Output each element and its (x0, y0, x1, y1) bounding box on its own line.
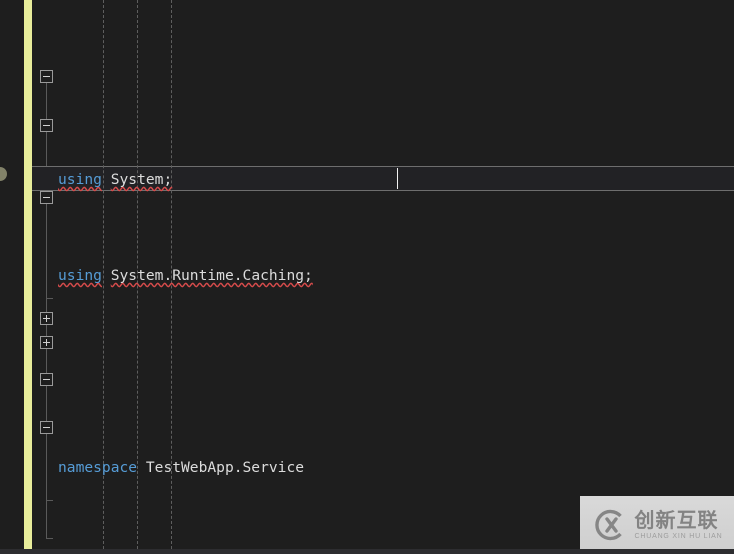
outline-toggle-getcachevalue[interactable] (40, 312, 53, 325)
code-line: namespace TestWebApp.Service (58, 456, 734, 480)
outline-toggle-class[interactable] (40, 119, 53, 132)
token-keyword-using: using (58, 267, 102, 284)
watermark-text: 创新互联 CHUANG XIN HU LIAN (635, 510, 723, 540)
watermark-logo: 创新互联 CHUANG XIN HU LIAN (580, 496, 734, 554)
outline-endtick-doc (46, 298, 53, 299)
outline-endtick-namespace (46, 538, 53, 539)
token-namespace-system: System; (110, 171, 173, 188)
token-keyword-namespace: namespace (58, 459, 138, 476)
outline-toggle-summary-collapsed[interactable] (40, 336, 53, 349)
horizontal-scrollbar[interactable] (0, 549, 734, 554)
cx-logo-icon (594, 509, 622, 541)
token-keyword-using: using (58, 171, 102, 188)
code-line: using System.Runtime.Caching; (58, 264, 734, 288)
token-namespace-name: TestWebApp.Service (145, 459, 305, 476)
watermark-pinyin: CHUANG XIN HU LIAN (634, 533, 723, 540)
token-namespace-caching: System.Runtime.Caching; (110, 267, 313, 284)
watermark-chinese: 创新互联 (634, 508, 719, 532)
outline-toggle-summary[interactable] (40, 191, 53, 204)
outline-toggle-namespace[interactable] (40, 70, 53, 83)
outline-endtick-policy (46, 500, 53, 501)
outline-toggle-setchachevalue[interactable] (40, 373, 53, 386)
code-line: using System; (58, 168, 734, 192)
outline-vline-namespace (46, 82, 47, 538)
code-editor-window: using System; using System.Runtime.Cachi… (0, 0, 734, 554)
code-surface[interactable]: using System; using System.Runtime.Cachi… (58, 0, 734, 554)
outline-toggle-cacheitempolicy[interactable] (40, 421, 53, 434)
